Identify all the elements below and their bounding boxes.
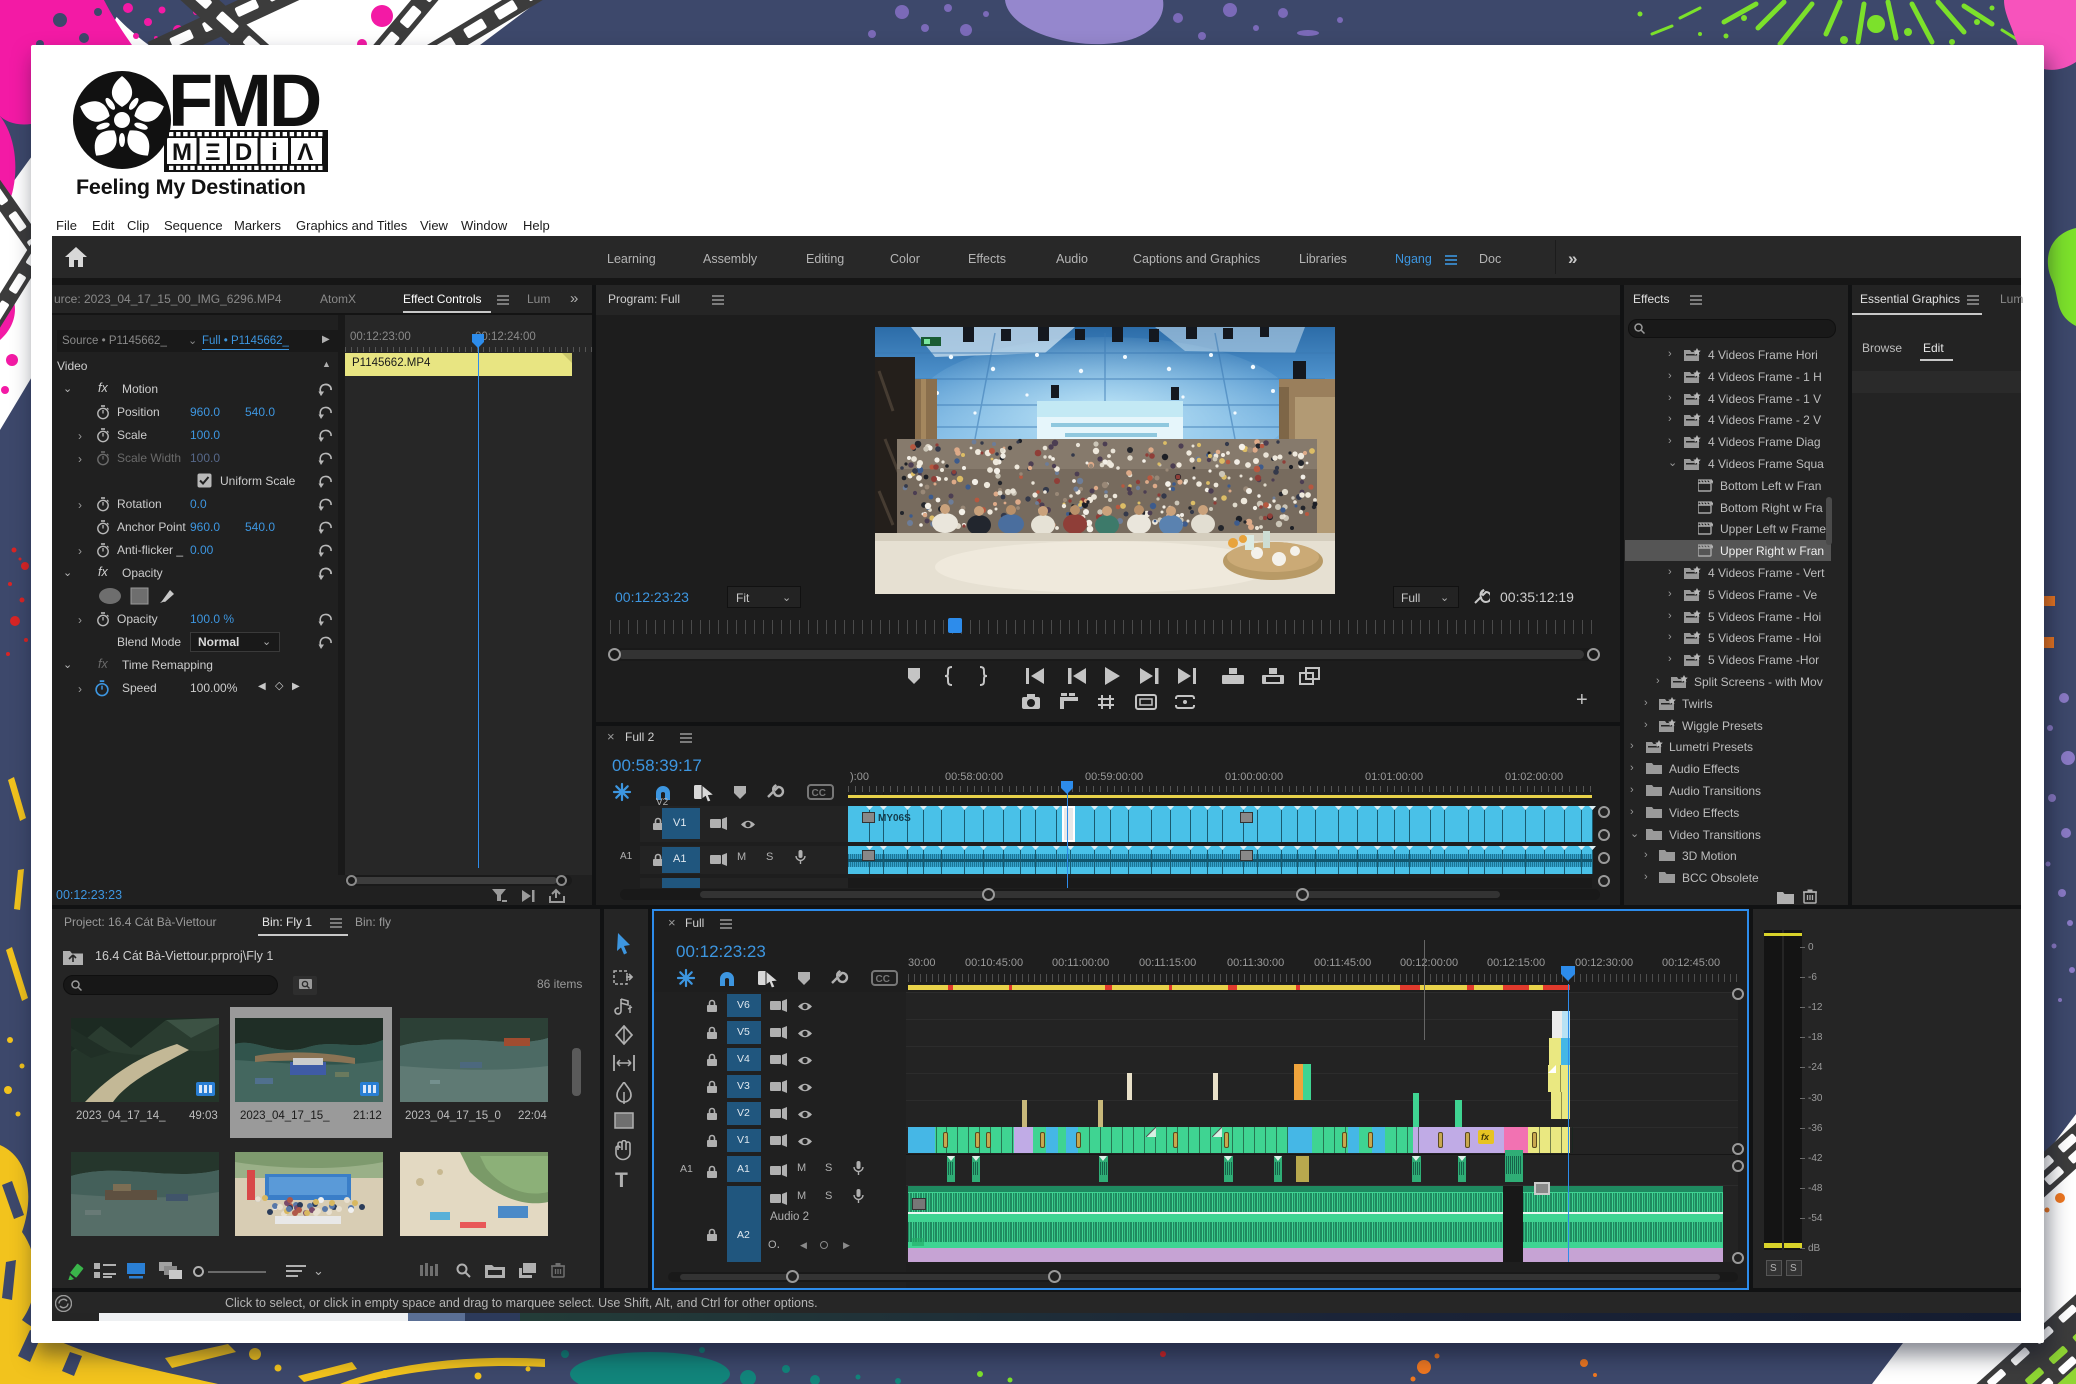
svg-text:D: D <box>235 139 252 166</box>
svg-text:M: M <box>172 139 192 166</box>
svg-text:Ξ: Ξ <box>205 139 220 166</box>
svg-text:i: i <box>271 139 278 166</box>
svg-text:Feeling My Destination: Feeling My Destination <box>76 175 306 199</box>
svg-text:Λ: Λ <box>297 139 313 166</box>
svg-text:CC: CC <box>812 788 826 799</box>
svg-text:FMD: FMD <box>168 60 320 142</box>
svg-text:CC: CC <box>876 974 890 985</box>
